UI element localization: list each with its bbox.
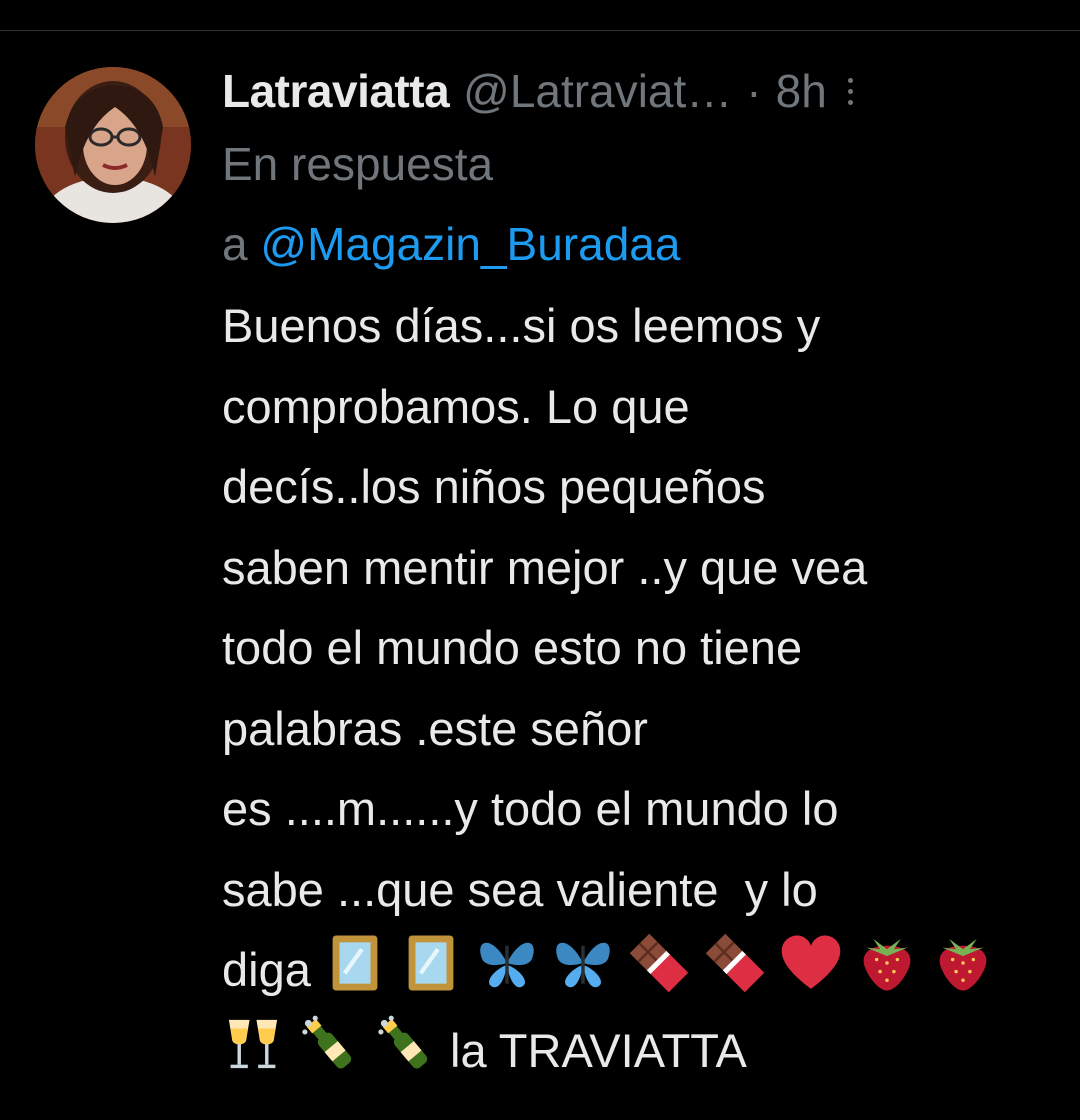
tweet-text-line: saben mentir mejor ..y que vea: [222, 540, 868, 594]
tweet-text-line: decís..los niños pequeños: [222, 460, 766, 513]
author-name[interactable]: Latraviatta: [222, 64, 450, 118]
reply-prefix: En respuesta: [222, 138, 494, 190]
strawberry-icon: [939, 938, 987, 991]
tweet-text-line: palabras .este señor: [222, 701, 648, 755]
champagne-bottle-icon: [378, 1015, 428, 1069]
tweet-text: Buenos días...si os leemos y comprobamos…: [222, 286, 1052, 1091]
tweet-text-line: Buenos días...si os leemos y: [222, 299, 821, 352]
timestamp[interactable]: 8h: [776, 64, 827, 118]
tweet-content: Latraviatta @Latraviat… · 8h En respuest…: [222, 58, 1052, 1091]
mirror-icon: [408, 935, 454, 991]
tweet-text-line: es ....m......y todo el mundo lo: [222, 782, 839, 835]
tweet-text-line-signature: la TRAVIATTA: [222, 1011, 1052, 1092]
separator-dot: ·: [746, 65, 762, 117]
author-handle[interactable]: @Latraviat…: [463, 64, 732, 118]
tweet-text-line: todo el mundo esto no tiene: [222, 621, 803, 674]
tweet-signature: la TRAVIATTA: [450, 1023, 747, 1077]
champagne-bottle-icon: [302, 1015, 352, 1069]
mirror-icon: [332, 935, 378, 991]
tweet-text-diga: diga: [222, 943, 311, 996]
reply-to-prefix: a: [222, 218, 248, 270]
butterfly-icon: [556, 942, 610, 988]
clinking-glasses-icon: [228, 1019, 278, 1068]
tweet-text-line-emojis: diga: [222, 930, 1052, 1011]
red-heart-icon: [781, 935, 841, 989]
chocolate-bar-icon: [629, 933, 689, 993]
avatar[interactable]: [35, 67, 191, 223]
tweet-text-line: comprobamos. Lo que: [222, 379, 690, 433]
reply-to-mention[interactable]: @Magazin_Buradaa: [260, 218, 680, 270]
tweet-text-line: sabe ...que sea valiente y lo: [222, 862, 818, 916]
top-divider: [0, 30, 1080, 31]
strawberry-icon: [863, 938, 911, 991]
tweet-header: Latraviatta @Latraviat… · 8h: [222, 58, 1052, 124]
butterfly-icon: [480, 942, 534, 988]
more-options-icon[interactable]: [847, 71, 855, 111]
reply-context-handle-line: a @Magazin_Buradaa: [222, 204, 1052, 284]
reply-context: En respuesta: [222, 124, 1052, 204]
chocolate-bar-icon: [705, 933, 765, 993]
